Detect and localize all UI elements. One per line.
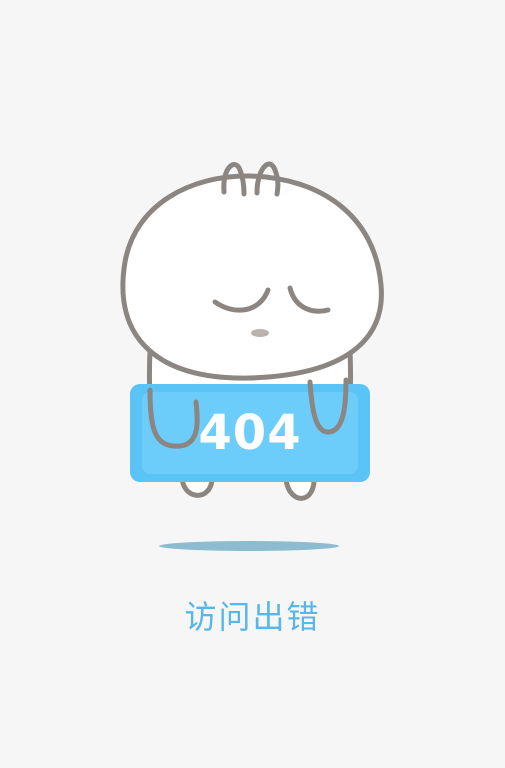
error-code-label: 404 xyxy=(198,405,302,461)
error-message: 访问出错 xyxy=(184,598,321,636)
character-head xyxy=(120,173,384,381)
error-page: 404 访问出错 xyxy=(0,0,505,768)
nose-icon xyxy=(251,329,269,337)
floor-shadow xyxy=(159,541,339,551)
